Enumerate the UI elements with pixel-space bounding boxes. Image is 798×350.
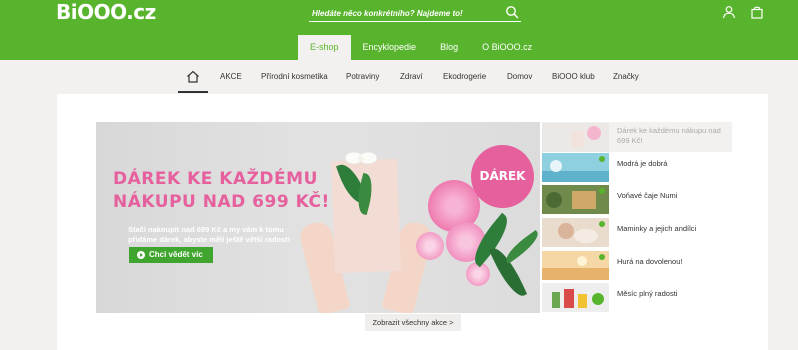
search-icon[interactable] bbox=[505, 5, 519, 19]
tab-encyklopedie[interactable]: Encyklopedie bbox=[351, 35, 429, 60]
category-akce[interactable]: AKCE bbox=[220, 60, 242, 94]
arrow-right-icon bbox=[137, 251, 145, 259]
banner-cta-button[interactable]: Chci vědět víc bbox=[129, 247, 213, 263]
banner-title: Dárek ke každému nákupu nad 699 Kč! bbox=[113, 169, 330, 212]
promo-thumbnail bbox=[542, 185, 609, 214]
promo-item[interactable]: Měsíc plný radosti bbox=[542, 282, 732, 312]
promo-label: Hurá na dovolenou! bbox=[617, 257, 683, 266]
site-logo[interactable]: BiOOO.cz bbox=[56, 0, 156, 24]
promo-label: Měsíc plný radosti bbox=[617, 289, 678, 298]
site-header: BiOOO.cz E-shop Encyklopedie Blog O BiOO… bbox=[0, 0, 798, 60]
category-nav: AKCE Přírodní kosmetika Potraviny Zdraví… bbox=[0, 60, 798, 94]
peony-illustration bbox=[416, 232, 444, 260]
promo-thumbnail bbox=[542, 218, 609, 247]
tab-about[interactable]: O BiOOO.cz bbox=[470, 35, 544, 60]
promo-label: Voňavé čaje Numi bbox=[617, 191, 678, 200]
leaf-illustration bbox=[501, 230, 540, 264]
promo-item[interactable]: Voňavé čaje Numi bbox=[542, 184, 732, 214]
gift-bow-illustration bbox=[344, 151, 378, 165]
promo-item[interactable]: Maminky a jejich andílci bbox=[542, 217, 732, 247]
banner-text: Stačí nakoupit nad 699 Kč a my vám k tom… bbox=[128, 225, 291, 244]
category-biooo-klub[interactable]: BiOOO klub bbox=[552, 60, 595, 94]
category-znacky[interactable]: Značky bbox=[613, 60, 639, 94]
promo-label: Dárek ke každému nákupu nad 699 Kč! bbox=[617, 126, 721, 145]
promo-label: Modrá je dobrá bbox=[617, 159, 668, 168]
category-potraviny[interactable]: Potraviny bbox=[346, 60, 379, 94]
promo-banner[interactable]: Dárek ke každému nákupu nad 699 Kč! Stač… bbox=[96, 122, 540, 313]
active-category-indicator bbox=[178, 91, 208, 93]
promo-thumbnail bbox=[542, 153, 609, 182]
shopping-bag-icon[interactable] bbox=[750, 5, 764, 19]
tab-eshop[interactable]: E-shop bbox=[298, 35, 351, 60]
category-domov[interactable]: Domov bbox=[507, 60, 532, 94]
promo-item[interactable]: Modrá je dobrá bbox=[542, 152, 732, 182]
tab-blog[interactable]: Blog bbox=[428, 35, 470, 60]
category-zdravi[interactable]: Zdraví bbox=[400, 60, 423, 94]
banner-cta-label: Chci vědět víc bbox=[149, 250, 203, 259]
category-ekodrogerie[interactable]: Ekodrogerie bbox=[443, 60, 486, 94]
search-bar bbox=[309, 2, 521, 22]
promo-item[interactable]: Hurá na dovolenou! bbox=[542, 250, 732, 280]
promo-label: Maminky a jejich andílci bbox=[617, 224, 697, 233]
search-input[interactable] bbox=[312, 6, 502, 20]
promo-thumbnail bbox=[542, 251, 609, 280]
home-icon[interactable] bbox=[186, 70, 200, 83]
promo-thumbnail bbox=[542, 123, 609, 152]
main-tabs: E-shop Encyklopedie Blog O BiOOO.cz bbox=[298, 35, 544, 60]
show-all-promos-button[interactable]: Zobrazit všechny akce > bbox=[365, 314, 461, 331]
promo-thumbnail bbox=[542, 283, 609, 312]
category-prirodni-kosmetika[interactable]: Přírodní kosmetika bbox=[261, 60, 328, 94]
gift-badge: DÁREK bbox=[471, 145, 534, 208]
promo-item[interactable]: Dárek ke každému nákupu nad 699 Kč! bbox=[542, 122, 732, 152]
user-icon[interactable] bbox=[722, 5, 736, 19]
